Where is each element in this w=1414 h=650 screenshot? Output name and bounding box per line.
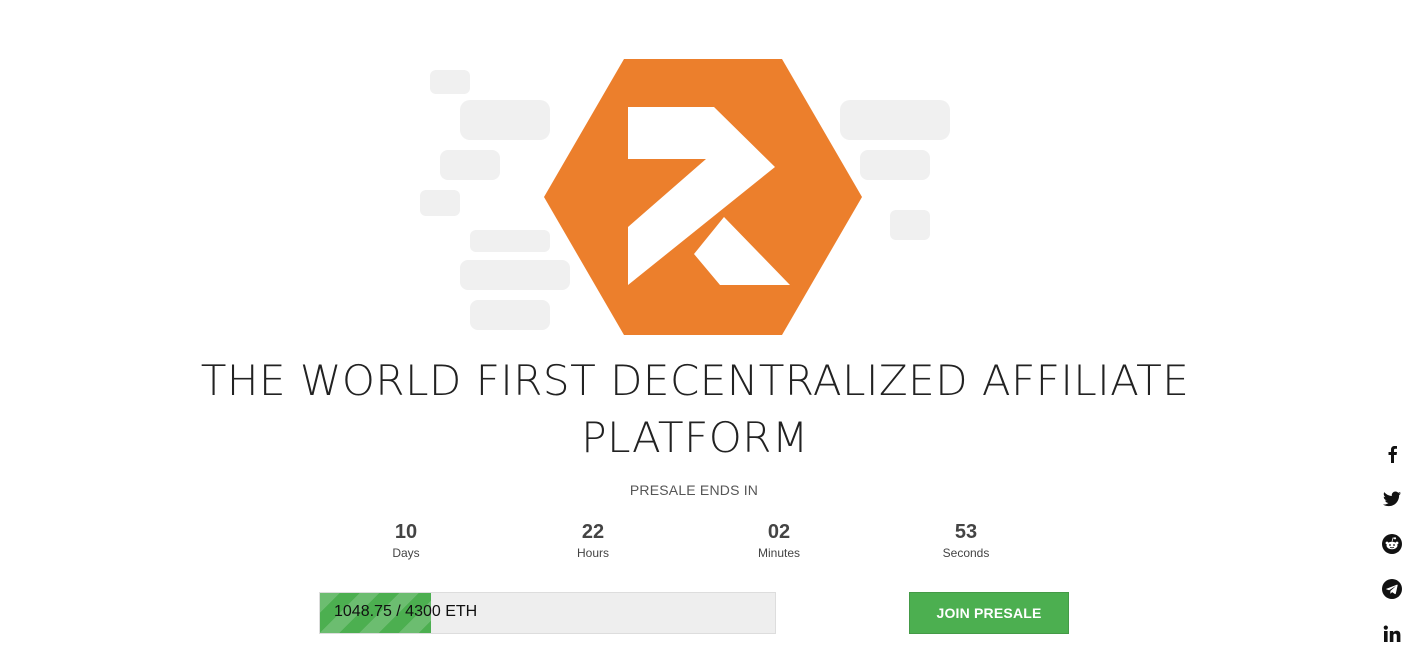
- hours-label: Hours: [576, 546, 609, 560]
- presale-progress-bar: 1048.75 / 4300 ETH: [319, 592, 776, 634]
- headline-line-2: PLATFORM: [581, 413, 809, 462]
- twitter-icon: [1383, 491, 1401, 507]
- countdown-seconds: 53 Seconds: [906, 519, 1026, 561]
- facebook-link[interactable]: [1378, 440, 1406, 468]
- seconds-label: Seconds: [942, 546, 990, 560]
- page: THE WORLD FIRST DECENTRALIZED AFFILIATE …: [0, 0, 1414, 650]
- hours-value: 22: [581, 521, 605, 543]
- countdown-hours: 22 Hours: [533, 519, 653, 561]
- reddit-link[interactable]: [1378, 530, 1406, 558]
- countdown-days: 10 Days: [346, 519, 466, 561]
- minutes-label: Minutes: [757, 546, 801, 560]
- days-label: Days: [392, 546, 420, 560]
- join-presale-button[interactable]: JOIN PRESALE: [909, 592, 1069, 634]
- page-title: THE WORLD FIRST DECENTRALIZED AFFILIATE …: [150, 352, 1240, 466]
- reddit-icon: [1382, 534, 1402, 554]
- progress-text: 1048.75 / 4300 ETH: [334, 603, 478, 620]
- presale-ends-label: PRESALE ENDS IN: [629, 482, 759, 498]
- seconds-value: 53: [954, 521, 978, 543]
- telegram-icon: [1382, 579, 1402, 599]
- telegram-link[interactable]: [1378, 575, 1406, 603]
- headline-line-1: THE WORLD FIRST DECENTRALIZED AFFILIATE: [200, 356, 1190, 405]
- countdown-timer: 10 Days 22 Hours 02 Minutes 53 Seconds: [0, 519, 1414, 569]
- platform-logo[interactable]: [544, 59, 862, 335]
- days-value: 10: [394, 521, 418, 543]
- minutes-value: 02: [767, 521, 791, 543]
- linkedin-icon: [1383, 625, 1401, 642]
- twitter-link[interactable]: [1378, 485, 1406, 513]
- countdown-minutes: 02 Minutes: [719, 519, 839, 561]
- facebook-icon: [1388, 446, 1397, 463]
- linkedin-link[interactable]: [1378, 620, 1406, 648]
